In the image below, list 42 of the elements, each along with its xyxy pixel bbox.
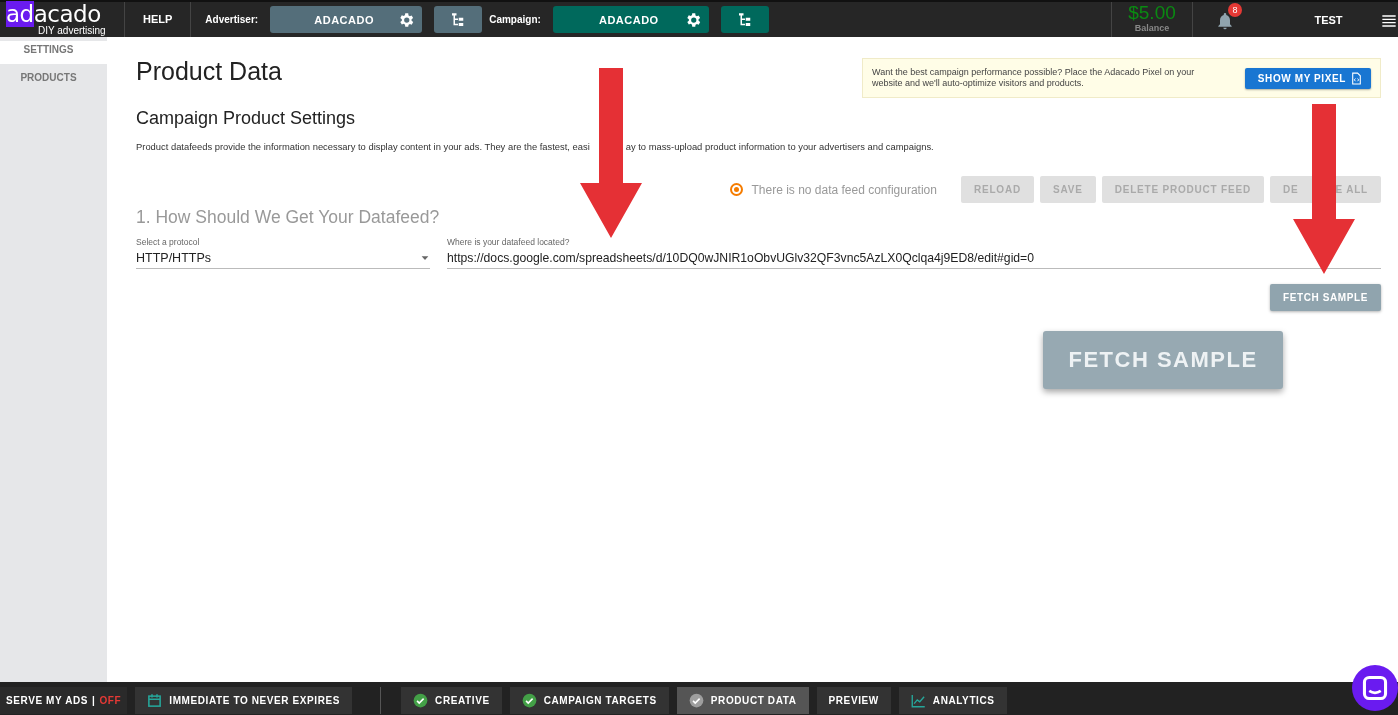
section-title: Campaign Product Settings	[136, 108, 357, 129]
calendar-icon	[147, 693, 163, 708]
campaign-selector[interactable]: ADACADO	[552, 6, 709, 33]
bottom-tab[interactable]: PRODUCT DATA	[676, 687, 809, 714]
advertiser-selector[interactable]: ADACADO	[270, 6, 423, 33]
page-title: Product Data	[136, 57, 282, 86]
check-circle-icon	[413, 693, 429, 708]
description-text: ay to mass-upload product information to your advertisers and campaigns.	[625, 141, 934, 152]
balance-label: Balance	[1133, 23, 1171, 33]
bottom-tab[interactable]: PREVIEW	[816, 687, 891, 714]
bell-icon	[1215, 10, 1235, 31]
logo-tagline: DIY advertising	[37, 25, 107, 36]
schedule-button[interactable]: IMMEDIATE TO NEVER EXPIRES	[135, 687, 353, 714]
zoomed-button-callout: FETCH SAMPLE	[1043, 331, 1283, 389]
chat-icon	[1352, 665, 1398, 711]
notice-text: Want the best campaign performance possible? Place the Adacado Pixel on your website and we'll auto-optimize visitors and products.	[872, 67, 1196, 89]
status-text: There is no data feed configuration	[751, 182, 937, 197]
user-menu[interactable]: TEST	[1276, 13, 1381, 26]
campaign-label: Campaign:	[489, 14, 541, 25]
check-circle-icon	[688, 693, 704, 708]
field-label: Where is your datafeed located?	[447, 237, 571, 247]
code-file-icon	[1350, 71, 1363, 85]
protocol-dropdown[interactable]: HTTP/HTTPs	[136, 247, 430, 269]
bottom-tab[interactable]: CREATIVE	[401, 687, 502, 714]
show-pixel-button[interactable]: SHOW MY PIXEL	[1244, 67, 1371, 89]
sidebar-item[interactable]: SETTINGS	[0, 41, 107, 64]
step-title: 1. How Should We Get Your Datafeed?	[136, 207, 441, 228]
notification-badge: 8	[1228, 2, 1242, 17]
line-chart-icon	[910, 693, 926, 708]
description-text: Product datafeeds provide the information necessary to display content in your ads. They are the fastest, easi	[136, 141, 590, 152]
sidebar-item[interactable]: PRODUCTS	[0, 64, 107, 87]
serve-ads-toggle[interactable]: SERVE MY ADS | OFF	[0, 687, 128, 714]
field-label: Select a protocol	[136, 237, 201, 247]
bottom-tab[interactable]: ANALYTICS	[898, 687, 1007, 714]
hierarchy-button[interactable]	[720, 6, 769, 33]
check-circle-icon	[521, 693, 537, 708]
advertiser-label: Advertiser:	[205, 14, 259, 25]
help-link[interactable]: HELP	[125, 2, 192, 37]
logo-wordmark: adacado	[6, 3, 101, 25]
balance-amount: $5.00	[1127, 3, 1177, 23]
bottom-tab[interactable]: CAMPAIGN TARGETS	[509, 687, 669, 714]
hierarchy-button[interactable]	[434, 6, 483, 33]
